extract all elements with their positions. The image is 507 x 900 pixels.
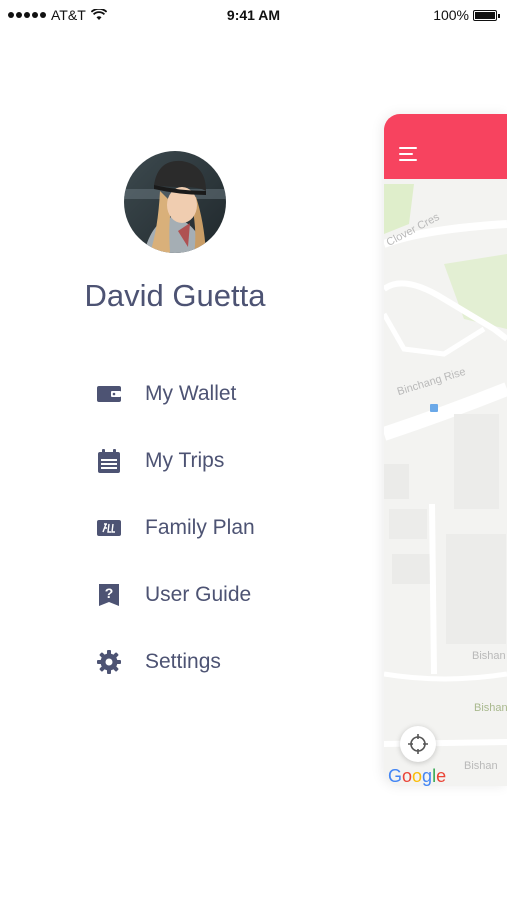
menu-item-my-wallet[interactable]: My Wallet — [95, 360, 255, 427]
profile-name: David Guetta — [84, 278, 266, 313]
menu-item-label: My Wallet — [145, 381, 237, 405]
menu-item-my-trips[interactable]: My Trips — [95, 427, 255, 494]
avatar-photo — [124, 151, 226, 253]
battery-group: 100% — [433, 7, 500, 23]
menu-item-user-guide[interactable]: ? User Guide — [95, 561, 255, 628]
side-menu: My Wallet My Trips Family Plan ? User Gu… — [95, 360, 255, 695]
menu-item-label: Family Plan — [145, 515, 255, 539]
map-view[interactable] — [384, 114, 507, 786]
family-plan-icon — [95, 514, 123, 542]
menu-item-settings[interactable]: Settings — [95, 628, 255, 695]
map-header-bar — [384, 114, 507, 179]
battery-icon — [473, 9, 500, 21]
guide-book-icon: ? — [95, 581, 123, 609]
road-label: Bishan — [474, 702, 507, 714]
road-label: Bishan — [464, 760, 498, 772]
crosshair-icon — [408, 734, 428, 754]
clock: 9:41 AM — [226, 7, 281, 23]
google-logo: Google — [388, 766, 447, 786]
avatar[interactable] — [124, 151, 226, 253]
wallet-icon — [95, 380, 123, 408]
menu-item-label: My Trips — [145, 448, 225, 472]
status-bar: AT&T 9:41 AM 100% — [0, 0, 507, 30]
road-label: Bishan — [472, 650, 506, 662]
hamburger-menu-icon[interactable] — [399, 147, 417, 165]
locate-me-button[interactable] — [400, 726, 436, 762]
menu-item-label: Settings — [145, 649, 221, 673]
svg-text:?: ? — [105, 585, 114, 601]
map-screen-preview[interactable]: Clover Cres Binchang Rise Bishan Bishan … — [384, 114, 507, 786]
battery-percent: 100% — [433, 7, 469, 23]
gear-icon — [95, 648, 123, 676]
menu-item-family-plan[interactable]: Family Plan — [95, 494, 255, 561]
menu-item-label: User Guide — [145, 582, 252, 606]
calendar-icon — [95, 447, 123, 475]
